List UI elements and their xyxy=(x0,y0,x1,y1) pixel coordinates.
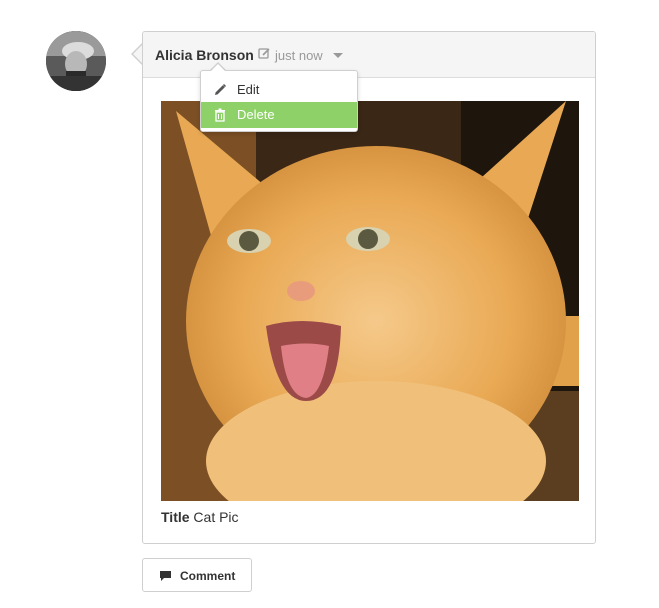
menu-item-edit[interactable]: Edit xyxy=(201,77,357,103)
chevron-down-icon[interactable] xyxy=(333,53,343,58)
post-caption: Title Cat Pic xyxy=(161,509,239,525)
avatar[interactable] xyxy=(46,31,106,91)
menu-item-delete[interactable]: Delete xyxy=(201,102,357,128)
post-image xyxy=(161,101,579,501)
avatar-photo xyxy=(46,31,106,91)
comment-button-label: Comment xyxy=(180,569,236,583)
trash-icon xyxy=(215,108,225,122)
speech-bubble-icon xyxy=(160,571,171,581)
caption-label: Title xyxy=(161,509,190,525)
post-timestamp: just now xyxy=(275,48,323,63)
post-options-menu: Edit Delete xyxy=(200,70,358,132)
author-name[interactable]: Alicia Bronson xyxy=(155,47,254,63)
menu-item-label: Delete xyxy=(237,107,275,122)
caption-value: Cat Pic xyxy=(193,509,239,525)
menu-pointer-fill xyxy=(211,64,225,71)
comment-button[interactable]: Comment xyxy=(142,558,252,592)
pencil-icon xyxy=(215,83,227,95)
edit-square-icon xyxy=(258,48,270,59)
menu-item-label: Edit xyxy=(237,82,260,97)
